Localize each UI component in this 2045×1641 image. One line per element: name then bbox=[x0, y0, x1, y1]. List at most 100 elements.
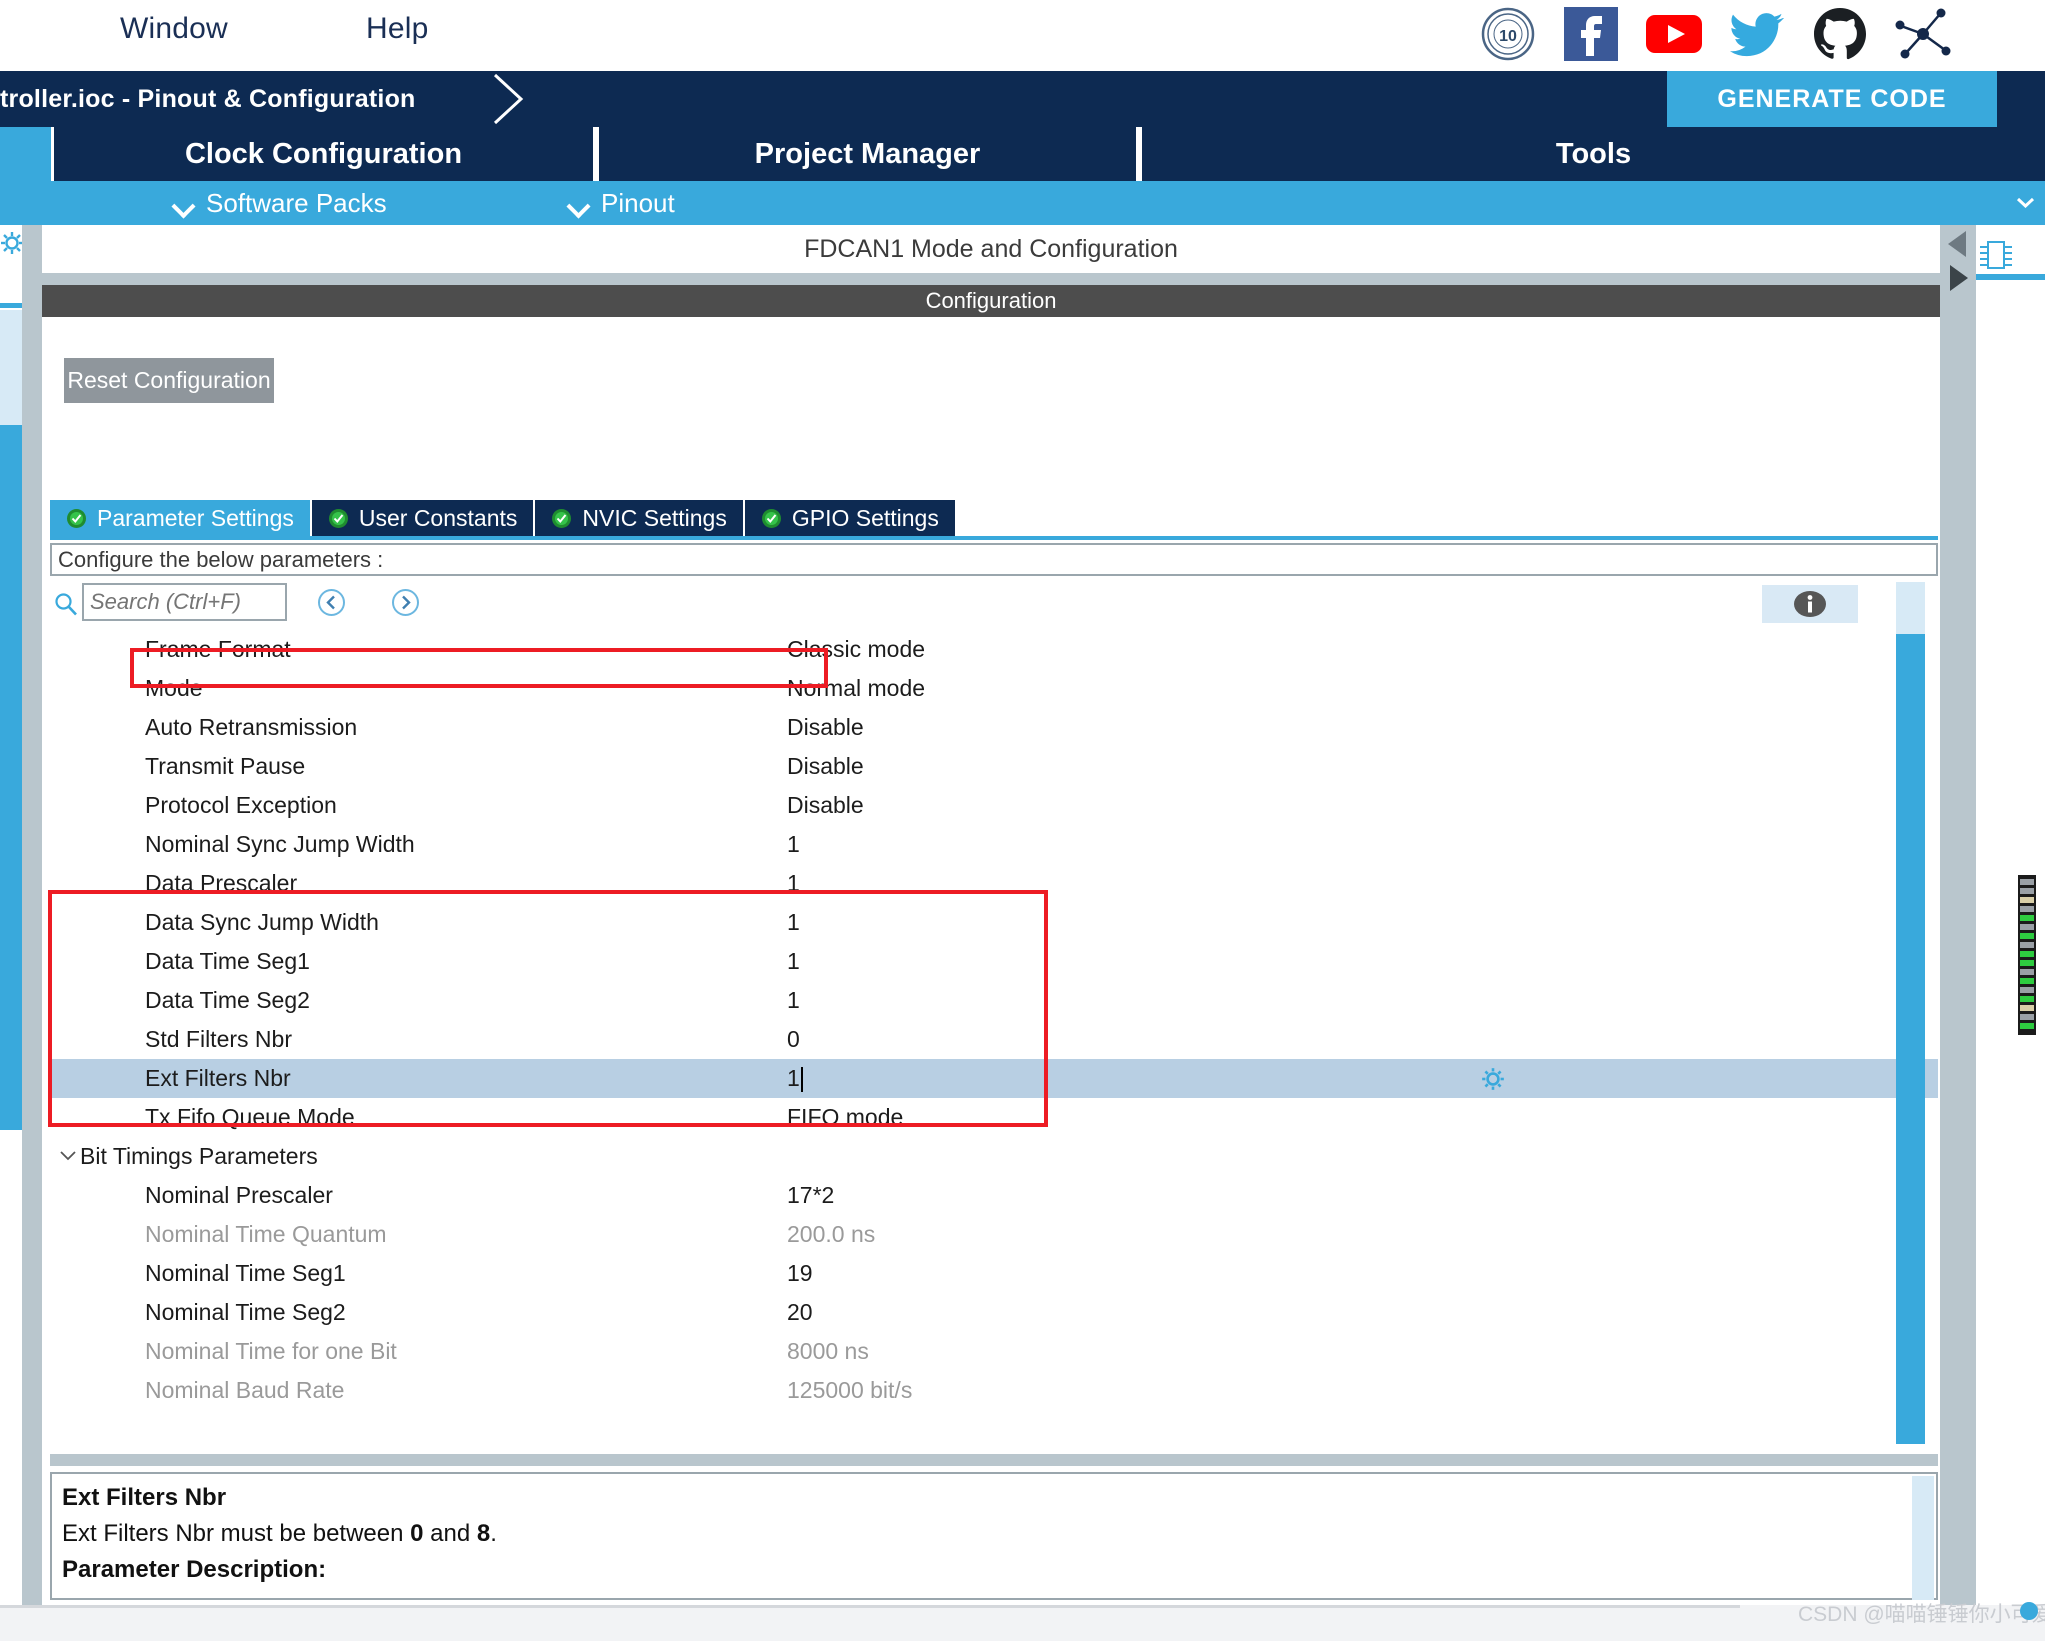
parameter-row[interactable]: Nominal Time Quantum200.0 ns bbox=[50, 1215, 1938, 1254]
parameter-name: Frame Format bbox=[145, 636, 291, 663]
reset-configuration-button[interactable]: Reset Configuration bbox=[64, 358, 274, 403]
st-community-network-icon[interactable] bbox=[1893, 4, 1953, 64]
menu-item-window[interactable]: Window bbox=[120, 12, 228, 46]
parameter-value[interactable]: 1 bbox=[787, 831, 800, 858]
tab-clock-configuration[interactable]: Clock Configuration bbox=[51, 127, 596, 181]
parameter-value[interactable]: Classic mode bbox=[787, 636, 925, 663]
parameter-value[interactable]: Disable bbox=[787, 753, 864, 780]
parameter-name: Nominal Sync Jump Width bbox=[145, 831, 415, 858]
search-input[interactable] bbox=[82, 583, 287, 621]
parameter-name: Data Time Seg2 bbox=[145, 987, 310, 1014]
parameter-name: Std Filters Nbr bbox=[145, 1026, 292, 1053]
tab-user-constants[interactable]: User Constants bbox=[312, 500, 536, 536]
parameter-value[interactable]: 1 bbox=[787, 987, 800, 1014]
tab-parameter-settings[interactable]: Parameter Settings bbox=[50, 500, 312, 536]
parameter-row[interactable]: Protocol ExceptionDisable bbox=[50, 786, 1938, 825]
parameter-value[interactable]: 1 bbox=[787, 909, 800, 936]
parameter-row[interactable]: Std Filters Nbr 0 bbox=[50, 1020, 1938, 1059]
parameter-value[interactable]: Disable bbox=[787, 714, 864, 741]
parameter-row[interactable]: Nominal Time Seg220 bbox=[50, 1293, 1938, 1332]
tab-project-manager[interactable]: Project Manager bbox=[596, 127, 1139, 181]
parameter-row[interactable]: Nominal Baud Rate125000 bit/s bbox=[50, 1371, 1938, 1410]
parameter-name: Transmit Pause bbox=[145, 753, 305, 780]
parameter-row[interactable]: Nominal Prescaler17*2 bbox=[50, 1176, 1938, 1215]
parameter-row[interactable]: Nominal Time for one Bit8000 ns bbox=[50, 1332, 1938, 1371]
tab-user-constants-label: User Constants bbox=[359, 505, 518, 532]
parameter-row[interactable]: Data Prescaler1 bbox=[50, 864, 1938, 903]
subtab-software-packs[interactable]: Software Packs bbox=[175, 181, 387, 225]
subtab-pinout[interactable]: Pinout bbox=[570, 181, 675, 225]
search-row bbox=[50, 583, 1938, 626]
parameter-value[interactable]: Disable bbox=[787, 792, 864, 819]
parameter-row[interactable]: Nominal Time Seg119 bbox=[50, 1254, 1938, 1293]
parameter-description-label: Parameter Description: bbox=[62, 1552, 1926, 1588]
parameter-row[interactable]: Transmit Pause Disable bbox=[50, 747, 1938, 786]
description-constraint-mid: and bbox=[424, 1520, 477, 1547]
chevron-down-icon[interactable] bbox=[60, 1151, 76, 1161]
parameter-value[interactable]: 0 bbox=[787, 1026, 800, 1053]
parameter-row[interactable]: Frame Format Classic mode bbox=[50, 630, 1938, 669]
tab-gpio-settings[interactable]: GPIO Settings bbox=[745, 500, 957, 536]
chevron-down-icon bbox=[175, 198, 194, 209]
parameter-list[interactable]: Frame Format Classic mode Mode Normal mode A… bbox=[50, 630, 1938, 1442]
menu-item-help[interactable]: Help bbox=[366, 12, 429, 46]
parameter-name: Mode bbox=[145, 675, 203, 702]
facebook-icon[interactable] bbox=[1561, 4, 1621, 64]
tab-nvic-settings[interactable]: NVIC Settings bbox=[535, 500, 744, 536]
anniversary-10-years-icon[interactable]: 10 bbox=[1478, 4, 1538, 64]
parameter-value[interactable]: Normal mode bbox=[787, 675, 925, 702]
previous-match-button[interactable] bbox=[317, 588, 346, 617]
tab-tools[interactable]: Tools bbox=[1139, 127, 2045, 181]
parameter-group-row[interactable]: Bit Timings Parameters bbox=[50, 1137, 1938, 1176]
description-scrollbar-thumb[interactable] bbox=[1912, 1476, 1934, 1518]
parameter-value[interactable]: 200.0 ns bbox=[787, 1221, 875, 1248]
parameter-description-panel: Ext Filters Nbr Ext Filters Nbr must be … bbox=[50, 1472, 1938, 1600]
bottom-divider bbox=[0, 1605, 1740, 1608]
next-match-button[interactable] bbox=[391, 588, 420, 617]
youtube-icon[interactable] bbox=[1644, 4, 1704, 64]
chevron-down-icon[interactable] bbox=[2016, 197, 2035, 208]
parameter-value[interactable]: 1 bbox=[787, 1065, 803, 1092]
generate-code-button[interactable]: GENERATE CODE bbox=[1667, 71, 1997, 127]
parameter-value[interactable]: 1 bbox=[787, 870, 800, 897]
parameter-value[interactable]: 8000 ns bbox=[787, 1338, 869, 1365]
description-constraint-suffix: . bbox=[490, 1520, 497, 1547]
watermark-dot bbox=[2020, 1602, 2038, 1620]
parameter-value[interactable]: 17*2 bbox=[787, 1182, 834, 1209]
gear-icon[interactable] bbox=[0, 231, 24, 255]
parameter-row[interactable]: Mode Normal mode bbox=[50, 669, 1938, 708]
expand-right-arrow-icon[interactable] bbox=[1944, 262, 1972, 294]
parameter-list-scrollbar-thumb[interactable] bbox=[1896, 634, 1925, 1444]
description-divider bbox=[50, 1454, 1938, 1466]
parameter-value[interactable]: 19 bbox=[787, 1260, 813, 1287]
mcu-package-graphic[interactable] bbox=[2010, 875, 2044, 1035]
left-gutter bbox=[22, 225, 42, 1641]
parameter-row[interactable]: Auto RetransmissionDisable bbox=[50, 708, 1938, 747]
bottom-strip bbox=[0, 1605, 2045, 1641]
parameter-name: Data Time Seg1 bbox=[145, 948, 310, 975]
github-icon[interactable] bbox=[1810, 4, 1870, 64]
parameter-value[interactable]: 125000 bit/s bbox=[787, 1377, 912, 1404]
app-window: Window Help 10 bbox=[0, 0, 2045, 1641]
pinout-preview-panel[interactable] bbox=[1976, 225, 2045, 1641]
twitter-icon[interactable] bbox=[1727, 4, 1787, 64]
collapse-left-arrow-icon[interactable] bbox=[1944, 228, 1972, 260]
description-constraint: Ext Filters Nbr must be between 0 and 8. bbox=[62, 1516, 1926, 1552]
parameter-value[interactable]: FIFO mode bbox=[787, 1104, 903, 1131]
header-divider bbox=[42, 273, 1940, 285]
info-button[interactable] bbox=[1762, 585, 1858, 623]
tab-gpio-settings-label: GPIO Settings bbox=[792, 505, 939, 532]
parameter-value[interactable]: 1 bbox=[787, 948, 800, 975]
parameter-row[interactable]: Data Time Seg2 1 bbox=[50, 981, 1938, 1020]
parameter-row[interactable]: Nominal Sync Jump Width 1 bbox=[50, 825, 1938, 864]
parameter-row[interactable]: Data Sync Jump Width1 bbox=[50, 903, 1938, 942]
check-circle-icon bbox=[66, 508, 87, 529]
configure-hint-label: Configure the below parameters : bbox=[58, 547, 383, 573]
parameter-row[interactable]: Tx Fifo Queue ModeFIFO mode bbox=[50, 1098, 1938, 1137]
gear-icon[interactable] bbox=[1480, 1066, 1506, 1092]
parameter-row[interactable]: Data Time Seg1 1 bbox=[50, 942, 1938, 981]
left-scrollbar-thumb[interactable] bbox=[0, 425, 22, 1130]
parameter-value[interactable]: 20 bbox=[787, 1299, 813, 1326]
parameter-row[interactable]: Ext Filters Nbr1 bbox=[50, 1059, 1938, 1098]
check-circle-icon bbox=[761, 508, 782, 529]
